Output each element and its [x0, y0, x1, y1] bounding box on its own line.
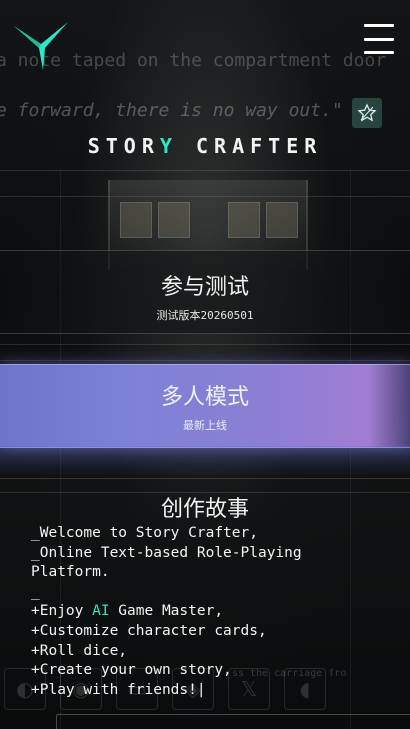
multiplayer-mode-badge: 最新上线 [183, 419, 227, 432]
multiplayer-mode-title: 多人模式 [160, 385, 249, 410]
brand-title-y: Y [159, 134, 178, 158]
terminal-line: Game Master, [109, 603, 224, 620]
brand-title: STORY CRAFTER [0, 134, 410, 158]
terminal-line: Platform. [31, 564, 110, 581]
welcome-terminal: _Welcome to Story Crafter, _Online Text-… [31, 524, 401, 700]
app-screen: a note taped on the compartment door e f… [0, 0, 410, 729]
terminal-line: +Roll dice, [31, 642, 128, 659]
terminal-line: +Enjoy [31, 603, 93, 620]
y-logo-icon[interactable] [12, 18, 70, 74]
hamburger-menu-icon[interactable] [364, 24, 394, 54]
terminal-line: _Welcome to Story Crafter, [31, 525, 258, 541]
background-quote-text: e forward, there is no way out." [0, 100, 343, 121]
terminal-line: +Create your own story, [31, 662, 232, 679]
background-input-outline [56, 714, 410, 729]
join-test-version: 测试版本20260501 [156, 309, 254, 322]
terminal-line: +Customize character cards, [31, 622, 267, 639]
background-grid-line [0, 360, 410, 361]
multiplayer-mode-button[interactable]: 多人模式 最新上线 [0, 364, 410, 448]
background-grid-line [0, 170, 410, 171]
join-test-title: 参与测试 [160, 275, 249, 300]
join-test-button[interactable]: 参与测试 测试版本20260501 [0, 250, 410, 334]
terminal-line: _ [31, 583, 40, 600]
brand-title-left: STOR [87, 134, 160, 158]
terminal-ai-highlight: AI [92, 603, 110, 620]
terminal-line: _Online Text-based Role-Playing [31, 544, 302, 561]
multiplayer-glow [0, 446, 410, 476]
create-story-title: 创作故事 [160, 497, 249, 522]
background-grid-line [0, 344, 410, 345]
brand-title-right: CRAFTER [195, 134, 323, 158]
terminal-line: +Play with friends!| [31, 681, 206, 698]
star-bookmark-icon[interactable] [352, 98, 382, 128]
